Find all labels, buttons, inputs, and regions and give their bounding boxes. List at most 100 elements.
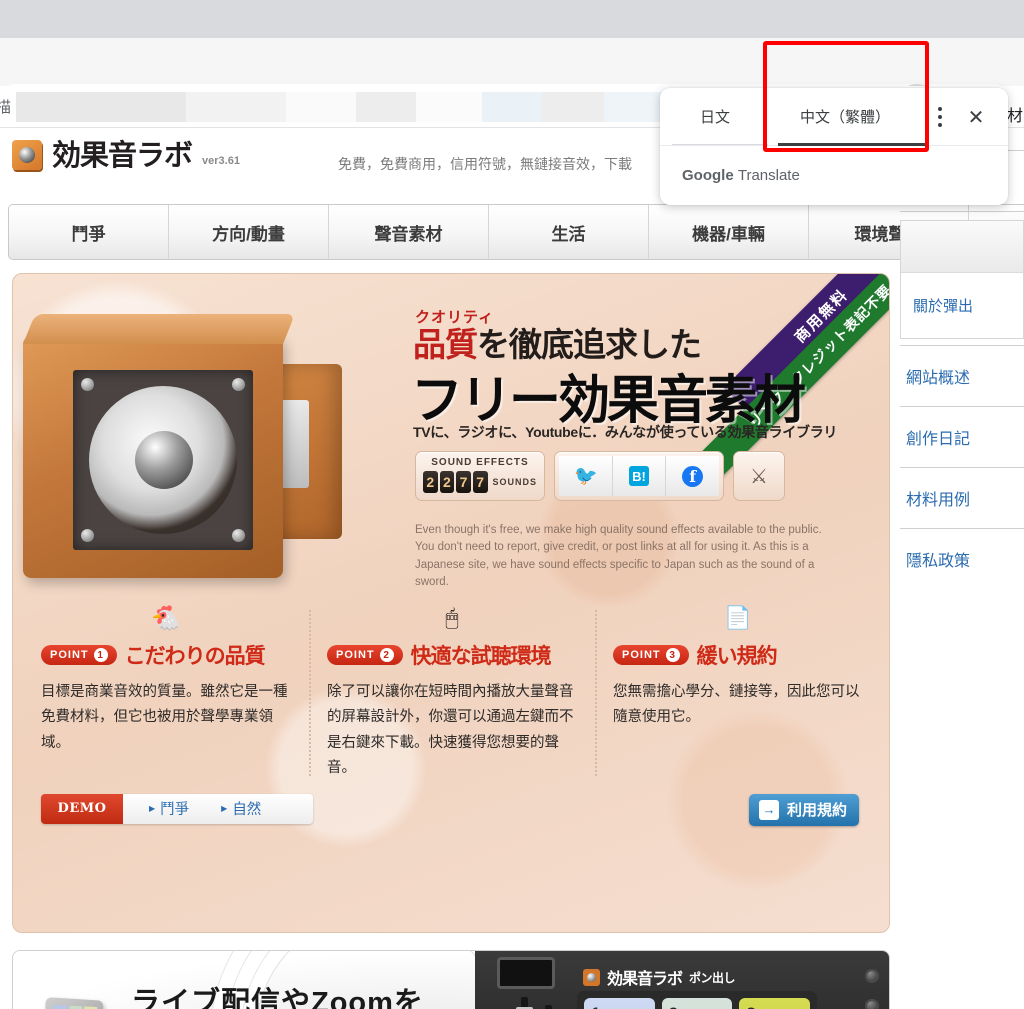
twitter-share-button[interactable]: 🐦	[559, 456, 613, 496]
demo-link-group: 鬥爭 自然	[123, 793, 313, 824]
site-version-label: ver3.61	[202, 155, 240, 167]
bookmark-item[interactable]	[186, 92, 286, 122]
sidebar-ad-image	[901, 221, 1023, 273]
terms-of-use-button[interactable]: → 利用規約	[749, 793, 859, 826]
promo-left-panel: ライブ配信やZoomを 効果音で盛り上げよう インストール不要ですぐ使えるポン出…	[13, 951, 505, 1009]
translate-tab-chinese-traditional[interactable]: 中文（繁體）	[770, 106, 920, 127]
translate-footer: Google Translate	[660, 146, 1008, 204]
speaker-front-plate	[73, 370, 253, 550]
category-nav: 鬥爭 方向/動畫 聲音素材 生活 機器/車輛 環境聲音 按鈕	[8, 204, 1024, 260]
screw-icon	[81, 529, 94, 542]
hero-banner: 商用無料 リンク・クレジット表記不要 クオリティ 品質を徹底追求した フリー効果…	[12, 273, 890, 933]
arrow-right-icon: →	[759, 799, 779, 820]
sidebar-link-overview[interactable]: 網站概述	[900, 346, 1024, 406]
speaker-logo-icon	[12, 140, 42, 170]
counter-digit-2: 7	[456, 471, 471, 493]
sound-counter-unit: SOUNDS	[492, 477, 538, 487]
point-1-pill-label: POINT	[50, 649, 89, 661]
social-share-group: 🐦 B! f	[554, 451, 724, 501]
speaker-top-face	[23, 314, 296, 344]
nav-item-0[interactable]: 鬥爭	[9, 205, 169, 259]
sound-counter-title: SOUND EFFECTS	[431, 457, 529, 468]
point-item-3: 📄 POINT 3 緩い規約 您無需擔心學分、鏈接等，因此您可以隨意使用它。 →…	[595, 596, 881, 826]
counter-digit-0: 2	[423, 471, 438, 493]
close-icon[interactable]: ✕	[963, 105, 989, 131]
translate-tab-underline-active	[778, 143, 928, 146]
demo-link-1[interactable]: 自然	[221, 798, 261, 819]
bookmark-item[interactable]	[16, 92, 186, 122]
translate-tab-japanese[interactable]: 日文	[660, 106, 770, 127]
facebook-share-button[interactable]: f	[666, 456, 720, 496]
translate-popup: 日文 中文（繁體） ✕ Google Translate	[660, 88, 1008, 205]
speaker-cone-icon	[89, 386, 237, 534]
screw-icon	[232, 378, 245, 391]
sidebar-link-diary[interactable]: 創作日記	[900, 407, 1024, 467]
point-item-1: 🐔 POINT 1 こだわりの品質 目標是商業音效的質量。雖然它是一種免費材料，…	[23, 596, 313, 824]
bookmark-item[interactable]	[286, 92, 356, 122]
point-1-body: 目標是商業音效的質量。雖然它是一種免費材料，但它也被用於聲學專業領域。	[41, 684, 288, 751]
site-logo-text: 効果音ラボ	[52, 138, 193, 172]
point-item-2: 🖱 POINT 2 快適な試聴環境 除了可以讓你在短時間內播放大量聲音的屏幕設計…	[309, 596, 595, 782]
sidebar-link-usecases[interactable]: 材料用例	[900, 468, 1024, 528]
bottom-promo-banner[interactable]: ライブ配信やZoomを 効果音で盛り上げよう インストール不要ですぐ使えるポン出…	[12, 950, 890, 1009]
mixer-screen	[497, 957, 555, 989]
point-1-title: こだわりの品質	[124, 645, 266, 668]
translate-footer-label: Translate	[737, 166, 800, 184]
point-3-heading: POINT 3 緩い規約	[613, 640, 863, 670]
bookmark-item[interactable]	[542, 92, 604, 122]
nav-item-2[interactable]: 聲音素材	[329, 205, 489, 259]
soundpad-grid	[52, 1004, 98, 1009]
right-sidebar: 服務條款 關於彈出 網站概述 創作日記 材料用例 隱私政策	[900, 150, 1024, 589]
pon-key-1[interactable]: 1 KEY 和太鼓でドン	[584, 998, 655, 1009]
sidebar-link-privacy[interactable]: 隱私政策	[900, 529, 1024, 589]
facebook-icon: f	[682, 465, 704, 487]
bookmark-item[interactable]	[482, 92, 542, 122]
point-1-heading: POINT 1 こだわりの品質	[41, 640, 291, 670]
hero-english-note: Even though it's free, we make high qual…	[415, 524, 822, 588]
demo-link-0[interactable]: 鬥爭	[149, 798, 189, 819]
document-icon: 📄	[724, 605, 752, 630]
counter-digit-1: 2	[439, 471, 455, 493]
demo-label: DEMO	[41, 793, 123, 824]
kebab-menu-icon[interactable]	[938, 107, 942, 127]
pon-key-3[interactable]: 3 KEY チーン1	[739, 998, 810, 1009]
soundpad-icon	[45, 997, 104, 1009]
sidebar-ad-box[interactable]: 關於彈出	[900, 220, 1024, 339]
screenshot-root: G 描 創材 効果音ラボ ver3.61 免費，免費商用，信用符號，無鏈接音效，…	[0, 0, 1024, 1009]
hatena-share-button[interactable]: B!	[612, 456, 667, 496]
point-1-badge: POINT 1	[41, 645, 117, 665]
nav-item-3[interactable]: 生活	[489, 205, 649, 259]
pon-key-1-number: 1	[591, 1005, 648, 1009]
bookmark-item[interactable]	[356, 92, 416, 122]
page-content: 効果音ラボ ver3.61 免費，免費商用，信用符號，無鏈接音效，下載 鬥爭 方…	[0, 128, 1024, 1009]
point-1-number: 1	[93, 648, 108, 662]
fader-track	[545, 1005, 552, 1009]
twitter-icon: 🐦	[574, 466, 598, 487]
hero-subline: TVに、ラジオに、Youtubeに．みんなが使っている効果音ライブラリ	[413, 424, 838, 440]
sound-counter-digits: 2 2 7 7 SOUNDS	[423, 471, 537, 493]
browser-toolbar: G	[0, 38, 1024, 116]
sidebar-ad-text[interactable]: 關於彈出	[901, 273, 1023, 338]
site-logo[interactable]: 効果音ラボ ver3.61	[12, 140, 240, 170]
nav-item-4[interactable]: 機器/車輛	[649, 205, 809, 259]
hero-badge-row: SOUND EFFECTS 2 2 7 7 SOUNDS 🐦 B! f ⚔	[415, 451, 785, 501]
nav-item-1[interactable]: 方向/動畫	[169, 205, 329, 259]
chicken-icon: 🐔	[151, 604, 181, 632]
demo-button-row: DEMO 鬥爭 自然	[41, 793, 313, 824]
point-3-number: 3	[665, 648, 680, 662]
hatena-bookmark-icon: B!	[629, 466, 649, 486]
screw-icon	[232, 529, 245, 542]
site-tagline: 免費，免費商用，信用符號，無鏈接音效，下載	[338, 156, 632, 172]
sword-slash-badge[interactable]: ⚔	[733, 451, 785, 501]
point-3-body: 您無需擔心學分、鏈接等，因此您可以隨意使用它。	[613, 684, 860, 726]
pon-key-2[interactable]: 2 KEY 和太鼓でドドン	[661, 998, 733, 1009]
speaker-left-box	[23, 314, 296, 578]
point-2-pill-label: POINT	[336, 649, 375, 661]
pon-logo-icon	[583, 968, 600, 986]
translate-tab-bar: 日文 中文（繁體） ✕	[660, 88, 1008, 146]
bookmark-item[interactable]	[416, 92, 482, 122]
sound-counter-badge: SOUND EFFECTS 2 2 7 7 SOUNDS	[415, 451, 545, 501]
pon-key-2-number: 2	[669, 1005, 726, 1009]
translate-tab-underline-inactive	[672, 144, 768, 145]
pon-app-logo-text: 効果音ラボ	[607, 971, 683, 988]
